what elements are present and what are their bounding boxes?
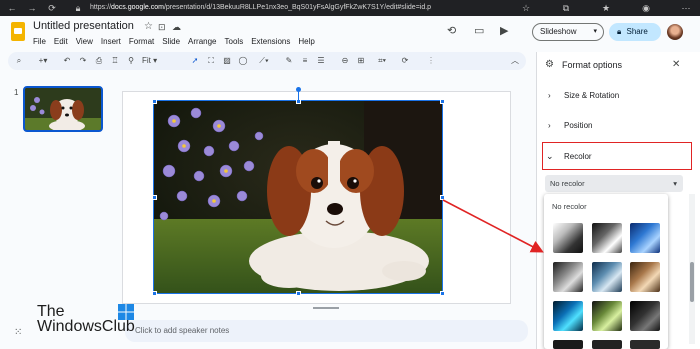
menu-format[interactable]: Format [129,37,154,46]
chevron-right-icon[interactable]: › [548,121,551,130]
zoom-icon[interactable]: ⚲ [126,54,136,68]
cloud-saved-icon: ☁ [172,22,181,32]
share-button[interactable]: 🔒︎ Share [609,23,661,41]
undo-icon[interactable]: ↶ [62,54,72,68]
recolor-swatch-light-gray[interactable] [553,223,583,253]
print-icon[interactable]: ⎙ [94,54,104,68]
slides-logo-icon[interactable] [11,22,25,41]
lock-icon: 🔒︎ [617,27,622,36]
forward-icon[interactable]: → [26,2,38,14]
crop-icon[interactable]: ⌗▾ [374,54,390,68]
menu-view[interactable]: View [76,37,93,46]
border-color-icon[interactable]: ✎ [284,54,294,68]
menu-slide[interactable]: Slide [162,37,180,46]
search-menus-icon[interactable]: ⌕ [14,54,24,68]
recolor-swatch-dark-gray[interactable] [592,223,622,253]
recolor-swatch-row4-1[interactable] [553,340,583,349]
menu-help[interactable]: Help [298,37,314,46]
section-recolor[interactable]: Recolor [564,152,592,161]
profile-icon[interactable]: ◉ [640,2,652,14]
comment-add-icon[interactable]: ⊞ [356,54,366,68]
recolor-swatch-row4-2[interactable] [592,340,622,349]
resize-handle-bottom-left[interactable] [152,291,157,296]
avatar[interactable] [667,24,683,40]
grid-view-icon[interactable]: ⁙ [14,327,22,338]
browser-toolbar: ← → ⟳ 🔒︎ https://docs.google.com/present… [0,0,700,16]
meet-icon[interactable]: ▶ [500,24,508,37]
recolor-swatch-blue[interactable] [630,223,660,253]
reload-icon[interactable]: ⟳ [46,2,58,14]
puppy-photo [154,101,442,293]
star-icon[interactable]: ☆ [144,21,153,32]
chevron-down-icon[interactable]: ⌄ [546,151,554,162]
menu-insert[interactable]: Insert [101,37,121,46]
slide-thumbnail[interactable] [23,86,103,132]
notes-resize-handle[interactable] [313,307,339,309]
recolor-swatch-grayscale[interactable] [553,262,583,292]
thumbnail-puppy-image [25,88,101,130]
slideshow-dropdown-icon[interactable]: ▾ [593,24,597,40]
paint-format-icon[interactable]: ♖ [110,54,120,68]
resize-handle-top-right[interactable] [440,99,445,104]
recolor-option-none[interactable]: No recolor [552,202,587,211]
more-options-icon[interactable]: ⋮ [426,54,436,68]
document-title[interactable]: Untitled presentation [33,20,134,32]
menu-tools[interactable]: Tools [225,37,244,46]
resize-handle-right[interactable] [440,195,445,200]
menu-arrange[interactable]: Arrange [188,37,216,46]
image-icon[interactable]: ▨ [222,54,232,68]
section-position[interactable]: Position [564,121,592,130]
reset-image-icon[interactable]: ⟳ [400,54,410,68]
close-icon[interactable]: ✕ [672,59,680,70]
panel-title: Format options [562,60,623,70]
recolor-swatch-sepia[interactable] [630,262,660,292]
back-icon[interactable]: ← [6,2,18,14]
recolor-swatch-green[interactable] [592,301,622,331]
panel-scrollbar-thumb[interactable] [690,262,694,302]
menu-file[interactable]: File [33,37,46,46]
recolor-swatch-row4-3[interactable] [630,340,660,349]
collapse-toolbar-icon[interactable]: ︿ [510,54,520,68]
menu-edit[interactable]: Edit [54,37,68,46]
select-icon[interactable]: ➚ [190,54,200,68]
history-icon[interactable]: ⟲ [447,24,456,37]
frame-icon[interactable]: ⛶ [206,54,216,68]
border-dash-icon[interactable]: ☰ [316,54,326,68]
resize-handle-top-left[interactable] [152,99,157,104]
more-icon[interactable]: ⋯ [680,2,692,14]
recolor-swatch-cyan[interactable] [553,301,583,331]
bookmark-star-icon[interactable]: ☆ [520,2,532,14]
windows-logo-icon [118,304,134,320]
extensions-icon[interactable]: ⧉ [560,2,572,14]
puppy-image[interactable] [153,100,443,294]
comments-icon[interactable]: ▭ [474,24,484,37]
chevron-right-icon[interactable]: › [548,91,551,100]
border-weight-icon[interactable]: ≡ [300,54,310,68]
rotate-handle-stem [298,91,299,100]
redo-icon[interactable]: ↷ [78,54,88,68]
menu-bar: File Edit View Insert Format Slide Arran… [33,37,315,46]
section-size-rotation[interactable]: Size & Rotation [564,91,619,100]
menu-extensions[interactable]: Extensions [251,37,290,46]
address-bar[interactable]: https://docs.google.com/presentation/d/1… [90,1,460,15]
zoom-select[interactable]: Fit ▾ [142,54,170,68]
favorites-icon[interactable]: ★ [600,2,612,14]
dropdown-arrow-icon: ▾ [673,179,677,188]
new-slide-icon[interactable]: +▾ [36,54,50,68]
resize-handle-bottom-right[interactable] [440,291,445,296]
recolor-swatch-black[interactable] [630,301,660,331]
recolor-select[interactable]: No recolor ▾ [545,175,683,192]
slide-number: 1 [14,88,19,97]
recolor-swatch-steel[interactable] [592,262,622,292]
format-options-icon: ⚙ [545,59,554,70]
line-icon[interactable]: ⟋▾ [256,54,272,68]
speaker-notes[interactable]: Click to add speaker notes [125,320,528,342]
slideshow-button[interactable]: Slideshow ▾ [532,23,604,41]
shape-icon[interactable]: ◯ [238,54,248,68]
resize-handle-left[interactable] [152,195,157,200]
lock-icon: 🔒︎ [75,3,81,13]
move-folder-icon[interactable]: ⊡ [158,22,166,33]
resize-handle-bottom[interactable] [296,291,301,296]
link-icon[interactable]: ⊖ [340,54,350,68]
